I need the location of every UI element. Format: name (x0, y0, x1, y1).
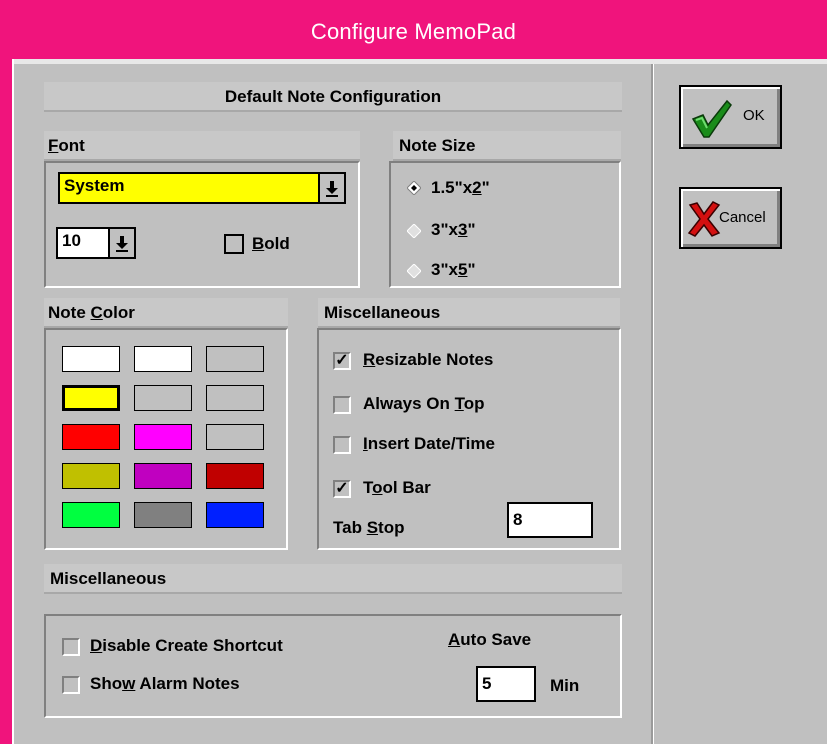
checkmark-icon (691, 99, 732, 138)
tab-stop-input[interactable]: 8 (507, 502, 593, 538)
font-group-label: Font (48, 136, 85, 155)
tool-bar-checkbox[interactable]: ✓ (333, 480, 351, 498)
default-config-header: Default Note Configuration (44, 82, 622, 112)
color-swatch[interactable] (134, 502, 192, 528)
auto-save-unit: Min (550, 676, 580, 695)
color-swatch[interactable] (62, 424, 120, 450)
color-swatch[interactable] (206, 463, 264, 489)
misc-note-box: ✓ Resizable Notes Always On Top Insert D… (317, 328, 621, 550)
font-size-value: 10 (62, 231, 81, 250)
color-swatch[interactable] (134, 346, 192, 372)
font-size-combobox[interactable]: 10 (56, 227, 136, 259)
radio-3x3[interactable] (407, 224, 421, 238)
color-swatch[interactable] (206, 424, 264, 450)
misc-global-header: Miscellaneous (44, 564, 622, 594)
color-swatch[interactable] (134, 385, 192, 411)
disable-create-shortcut-label: Disable Create Shortcut (90, 636, 283, 655)
note-size-box: 1.5"x2" 3"x3" 3"x5" (389, 161, 621, 288)
default-config-label: Default Note Configuration (224, 87, 442, 106)
down-arrow-icon (116, 236, 128, 252)
down-arrow-icon (326, 181, 338, 197)
insert-date-time-checkbox[interactable] (333, 436, 351, 454)
color-swatch[interactable] (62, 385, 120, 411)
auto-save-input[interactable]: 5 (476, 666, 536, 702)
misc-global-label: Miscellaneous (50, 569, 167, 588)
note-color-label: Note Color (48, 303, 135, 322)
note-size-header: Note Size (393, 131, 621, 161)
font-combobox[interactable]: System (58, 172, 346, 204)
color-swatch[interactable] (62, 346, 120, 372)
color-swatch[interactable] (62, 502, 120, 528)
note-size-label: Note Size (399, 136, 476, 155)
window-left-border-highlight (12, 59, 14, 744)
radio-3x3-label: 3"x3" (431, 220, 476, 239)
misc-note-header: Miscellaneous (318, 298, 620, 328)
show-alarm-notes-checkbox[interactable] (62, 676, 80, 694)
window-left-border (0, 59, 12, 744)
show-alarm-notes-label: Show Alarm Notes (90, 674, 240, 693)
resizable-notes-label: Resizable Notes (363, 350, 494, 369)
always-on-top-checkbox[interactable] (333, 396, 351, 414)
cancel-button[interactable]: Cancel (679, 187, 782, 249)
ok-button[interactable]: OK (679, 85, 782, 149)
color-swatch[interactable] (206, 346, 264, 372)
color-swatch[interactable] (206, 385, 264, 411)
font-combobox-value: System (64, 176, 125, 195)
cancel-label: Cancel (719, 209, 766, 226)
always-on-top-label: Always On Top (363, 394, 485, 413)
auto-save-label: Auto Save (448, 630, 532, 649)
font-group-box: System 10 Bold (44, 161, 360, 288)
misc-global-box: Disable Create Shortcut Show Alarm Notes… (44, 614, 622, 718)
bold-checkbox[interactable] (224, 234, 244, 254)
bold-label: Bold (252, 234, 290, 253)
font-dropdown-button[interactable] (318, 174, 344, 202)
tool-bar-label: Tool Bar (363, 478, 431, 497)
color-swatch[interactable] (206, 502, 264, 528)
font-group-header: Font (44, 131, 360, 161)
button-panel-divider-highlight (653, 64, 654, 744)
insert-date-time-label: Insert Date/Time (363, 434, 495, 453)
title-separator (0, 59, 827, 64)
font-size-dropdown-button[interactable] (108, 229, 134, 257)
radio-3x5[interactable] (407, 264, 421, 278)
disable-create-shortcut-checkbox[interactable] (62, 638, 80, 656)
radio-1-5x2[interactable] (407, 181, 421, 195)
note-color-header: Note Color (44, 298, 288, 328)
window-title: Configure MemoPad (310, 19, 517, 44)
color-swatch[interactable] (134, 424, 192, 450)
tab-stop-value: 8 (513, 510, 523, 529)
radio-1-5x2-label: 1.5"x2" (431, 178, 490, 197)
x-mark-icon (687, 201, 721, 237)
ok-label: OK (743, 107, 765, 124)
resizable-notes-checkbox[interactable]: ✓ (333, 352, 351, 370)
color-swatch[interactable] (134, 463, 192, 489)
note-color-box (44, 328, 288, 550)
radio-3x5-label: 3"x5" (431, 260, 476, 279)
misc-note-label: Miscellaneous (324, 303, 441, 322)
auto-save-value: 5 (482, 674, 492, 693)
configure-memopad-dialog: Configure MemoPad Default Note Configura… (0, 0, 827, 744)
color-swatch[interactable] (62, 463, 120, 489)
title-bar: Configure MemoPad (0, 0, 827, 59)
tab-stop-label: Tab Stop (333, 518, 405, 537)
